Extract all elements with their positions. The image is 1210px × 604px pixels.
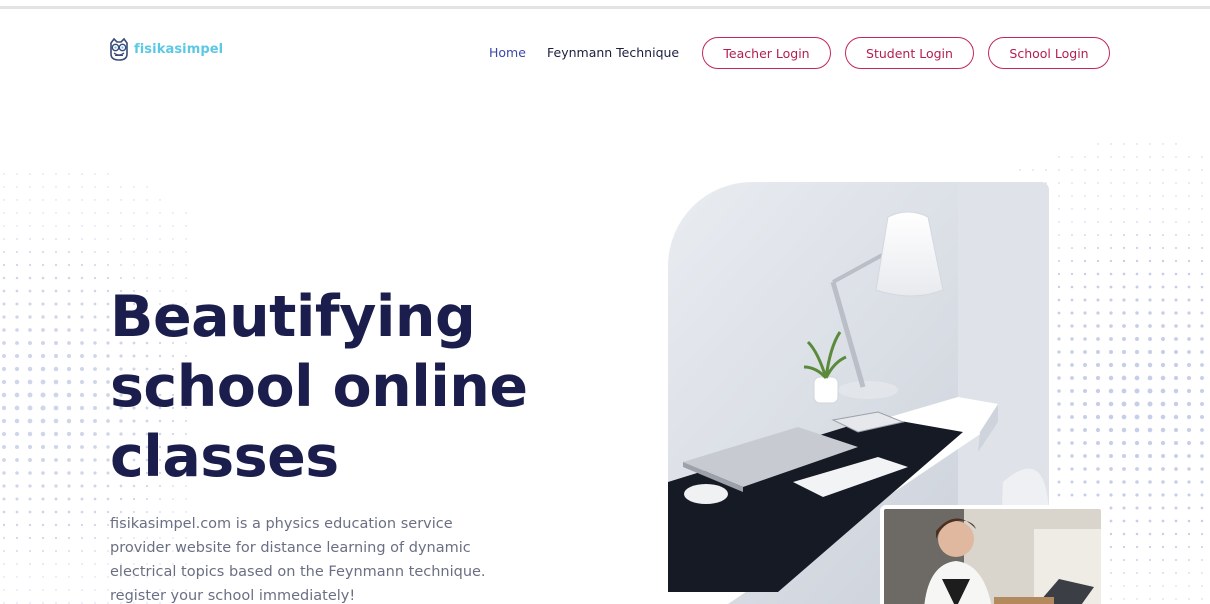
owl-logo-icon — [110, 37, 128, 61]
student-login-button[interactable]: Student Login — [845, 37, 974, 69]
site-header: fisikasimpel Home Feynmann Technique Tea… — [0, 9, 1210, 95]
brand-logo[interactable]: fisikasimpel — [108, 37, 223, 61]
hero-description: fisikasimpel.com is a physics education … — [110, 512, 510, 604]
hero-title-line: classes — [110, 424, 339, 490]
hero-title: Beautifying school online classes — [110, 282, 590, 492]
teacher-login-button[interactable]: Teacher Login — [702, 37, 831, 69]
hero-description-line: fisikasimpel.com is a physics education … — [110, 516, 453, 532]
woman-with-laptop-photo — [880, 505, 1105, 604]
hero-title-line: school online — [110, 354, 528, 420]
nav-feynmann-link[interactable]: Feynmann Technique — [547, 45, 679, 60]
school-login-button[interactable]: School Login — [988, 37, 1110, 69]
hero-description-line: electrical topics based on the Feynmann … — [110, 564, 486, 580]
nav-home-link[interactable]: Home — [489, 45, 526, 60]
brand-name: fisikasimpel — [134, 41, 224, 57]
hero-description-line: register your school immediately! — [110, 588, 356, 604]
hero-description-line: provider website for distance learning o… — [110, 540, 471, 556]
hero-title-line: Beautifying — [110, 284, 476, 350]
